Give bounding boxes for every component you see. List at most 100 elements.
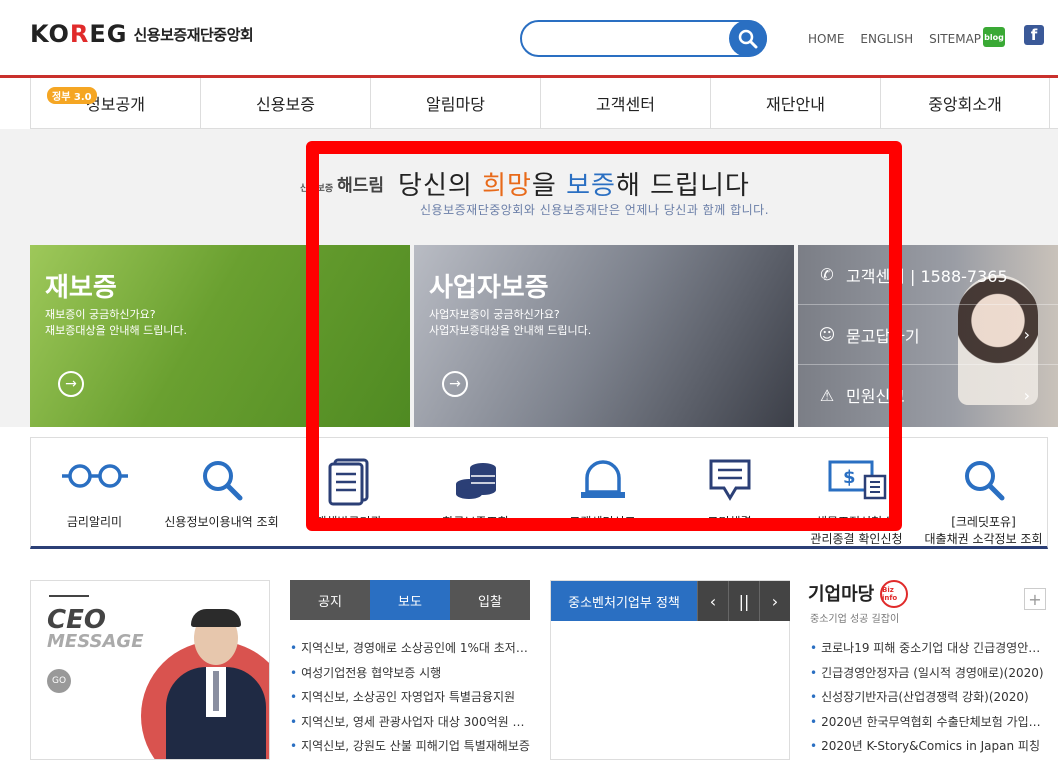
quick-item-bell[interactable]: 고객센터신고 [539,438,666,548]
list-item[interactable]: 긴급경영안정자금 (일시적 경영애로)(2020) [810,661,1050,686]
english-link[interactable]: ENGLISH [860,32,913,46]
search-icon [738,29,758,48]
quick-item-debt[interactable]: $ 채무조정신청 및 관리종결 확인신청 [793,438,920,548]
card-title: 사업자보증 [429,273,549,303]
pause-button[interactable]: || [728,581,759,621]
biz-title: 기업마당 [808,584,875,605]
prev-button[interactable]: ‹ [697,581,728,621]
money-icon: $ [828,460,886,500]
more-button[interactable]: + [1024,588,1046,610]
chevron-right-icon: › [1023,385,1030,405]
search-input[interactable] [520,20,767,57]
ceo-go-button[interactable]: GO [47,669,71,693]
list-item[interactable]: 지역신보, 강원도 산불 피해기업 특별재해보증 [290,734,530,759]
list-item[interactable]: 2020년 한국무역협회 수출단체보험 가입지원 [810,710,1050,735]
svg-text:$: $ [843,467,856,488]
bell-icon [580,460,625,498]
reguarantee-card[interactable]: 재보증 재보증이 궁금하신가요? 재보증대상을 안내해 드립니다. → [30,245,410,427]
list-item[interactable]: 코로나19 피해 중소기업 대상 긴급경영안정자금 [810,636,1050,661]
quick-item-document[interactable]: 재해발급기관 [285,438,412,548]
tab-bid[interactable]: 입찰 [450,580,530,620]
next-button[interactable]: › [759,581,790,621]
nav-label: 신용보증 [256,95,315,114]
search-icon [202,461,242,501]
nav-item-info[interactable]: 정부 3.0 정보공개 [30,78,200,128]
document-icon [328,458,368,506]
contact-phone[interactable]: ✆ 고객센터 | 1588-7365 [798,245,1058,305]
policy-box: 중소벤처기업부 정책 ‹ || › [550,580,790,760]
slogan-part: 당신의 [398,171,483,201]
contact-complaint[interactable]: ⚠ 민원신고 › [798,365,1058,425]
business-guarantee-card[interactable]: 사업자보증 사업자보증이 궁금하신가요? 사업자보증대상을 안내해 드립니다. → [414,245,794,427]
contact-card: ✆ 고객센터 | 1588-7365 ☺ 묻고답하기 › ⚠ 민원신고 › [798,245,1058,427]
hero-subtitle: 신용보증재단중앙회와 신용보증재단은 언제나 당신과 함께 합니다. [420,203,770,217]
contact-label: 묻고답하기 [846,326,920,346]
card-desc-line: 사업자보증이 궁금하신가요? [429,308,560,321]
ceo-divider [49,595,89,597]
alarm-icon: ⚠ [819,385,835,405]
chevron-right-icon: › [1023,325,1030,344]
message-icon [709,459,750,501]
quick-label: 고객센터신고 [569,515,636,529]
glasses-icon [61,464,128,488]
quick-label: 채무조정신청 및 관리종결 확인신청 [810,515,903,546]
blog-icon[interactable]: blog [983,27,1005,47]
bizinfo-icon: Biz info [880,580,908,608]
facebook-icon[interactable]: f [1024,25,1044,45]
haedream-text: 해드림 [337,176,385,196]
nav-label: 중앙회소개 [928,95,1002,114]
quick-label: [크레딧포유] 대출채권 소각정보 조회 [924,515,1043,546]
quick-label: 한국보증조회 [442,515,509,529]
nav-label: 알림마당 [426,95,485,114]
quick-label: 신용정보이용내역 조회 [164,515,279,529]
quick-item-coins[interactable]: 한국보증조회 [412,438,539,548]
list-item[interactable]: 지역신보, 경영애로 소상공인에 1%대 초저금리 [290,636,530,661]
slogan-part: 해 드립니다 [615,171,750,201]
list-item[interactable]: 지역신보, 영세 관광사업자 대상 300억원 지원 [290,710,530,735]
quick-menu: 금리알리미 신용정보이용내역 조회 재해발급기관 한국보증조회 고객센터신고 고… [30,437,1048,549]
list-item[interactable]: 여성기업전용 협약보증 시행 [290,661,530,686]
quick-label: 재해발급기관 [315,515,382,529]
arrow-right-icon[interactable]: → [58,371,84,397]
news-tabs: 공지 보도 입찰 [290,580,530,620]
site-logo[interactable]: KOREG 신용보증재단중앙회 [30,20,254,48]
slogan-text: 당신의 희망을 보증해 드립니다 [398,165,750,202]
nav-item-notice[interactable]: 알림마당 [370,78,540,128]
nav-item-guarantee[interactable]: 신용보증 [200,78,370,128]
quick-item-creditforyou[interactable]: [크레딧포유] 대출채권 소각정보 조회 [920,438,1047,548]
card-desc-line: 재보증대상을 안내해 드립니다. [45,324,188,337]
logo-brand: KOREG [30,20,128,48]
contact-label: 고객센터 | 1588-7365 [846,266,1008,286]
haedream-logo: 신용보증 해드림 [300,171,384,196]
quick-item-message[interactable]: 고민해결 [666,438,793,548]
ceo-photo [161,609,269,759]
main-nav: 정부 3.0 정보공개 신용보증 알림마당 고객센터 재단안내 중앙회소개 [30,78,1058,129]
contact-qna[interactable]: ☺ 묻고답하기 › [798,305,1058,365]
list-item[interactable]: 2020년 K-Story&Comics in Japan 피칭 [810,734,1050,759]
arrow-right-icon[interactable]: → [442,371,468,397]
ceo-message-box[interactable]: CEO MESSAGE GO [30,580,270,760]
home-link[interactable]: HOME [808,32,844,46]
nav-item-customer[interactable]: 고객센터 [540,78,710,128]
nav-item-foundation[interactable]: 재단안내 [710,78,880,128]
list-item[interactable]: 지역신보, 소상공인 자영업자 특별금융지원 [290,685,530,710]
quick-label: 고민해결 [707,515,752,529]
quick-item-rate[interactable]: 금리알리미 [31,438,158,548]
biz-subtitle: 중소기업 성공 길잡이 [810,614,900,625]
card-desc: 재보증이 궁금하신가요? 재보증대상을 안내해 드립니다. [45,307,187,339]
quick-item-credit-info[interactable]: 신용정보이용내역 조회 [158,438,285,548]
slogan-part: 을 [531,171,567,201]
card-desc-line: 재보증이 궁금하신가요? [45,308,156,321]
contact-label: 민원신고 [846,387,905,406]
nav-label: 재단안내 [766,95,825,114]
phone-icon: ✆ [820,265,834,284]
chat-icon: ☺ [818,325,836,344]
magnify-icon [964,461,1004,501]
sitemap-link[interactable]: SITEMAP [929,32,981,46]
list-item[interactable]: 신성장기반자금(산업경쟁력 강화)(2020) [810,685,1050,710]
tab-notice[interactable]: 공지 [290,580,370,620]
search-button[interactable] [729,20,767,57]
tab-press[interactable]: 보도 [370,580,450,620]
policy-title[interactable]: 중소벤처기업부 정책 [551,581,697,621]
nav-item-about[interactable]: 중앙회소개 [880,78,1050,128]
